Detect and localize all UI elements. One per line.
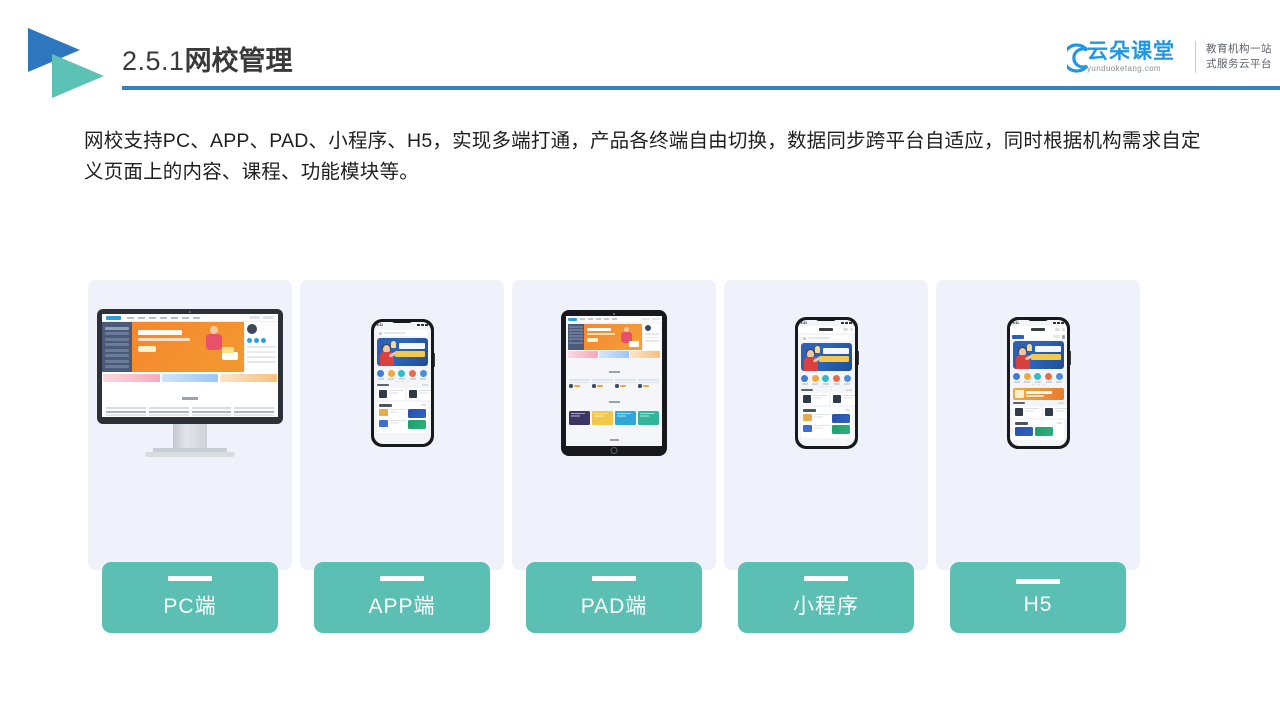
avatar: [247, 324, 257, 334]
page-title: 2.5.1网校管理: [122, 44, 293, 78]
miniprogram-capsule-button[interactable]: [843, 328, 853, 331]
label-accent-bar: [1016, 578, 1060, 584]
platform-label-pad[interactable]: PAD端: [526, 562, 702, 633]
slide-header: 2.5.1网校管理 云朵课堂 yunduoketang.com 教育机构一站 式…: [0, 0, 1280, 110]
category-icon-row[interactable]: [374, 368, 431, 381]
recommended-courses-list[interactable]: [800, 406, 852, 438]
site-logo-icon: [568, 317, 577, 321]
miniprogram-title-bar: [797, 326, 855, 333]
category-icon-row[interactable]: [1010, 371, 1067, 384]
platform-label-app[interactable]: APP端: [314, 562, 490, 633]
platform-card-pad[interactable]: PAD端: [512, 280, 716, 633]
gift-box-icon: [1014, 389, 1024, 398]
brand-tagline-line1: 教育机构一站: [1206, 43, 1272, 55]
brand-divider: [1195, 41, 1196, 73]
device-mockup-phone-app: 9:41: [300, 280, 504, 480]
platform-cards-row: PC端 9:41 APP端 PAD端 9:41 小程序 9:41 H5: [88, 280, 1196, 633]
browser-title-bar: [1009, 326, 1067, 333]
platform-label-text: PC端: [163, 594, 217, 618]
pad-course-grid[interactable]: [566, 409, 662, 427]
label-accent-bar: [804, 575, 848, 581]
h5-site-header: [1009, 333, 1067, 340]
pc-sidebar: [102, 322, 132, 372]
miniprogram-hero-banner[interactable]: [800, 343, 852, 371]
platform-label-miniprogram[interactable]: 小程序: [738, 562, 914, 633]
label-accent-bar: [168, 575, 212, 581]
tablet-camera-icon: [613, 312, 615, 315]
label-accent-bar: [380, 575, 424, 581]
user-icon[interactable]: [1061, 334, 1065, 339]
device-mockup-phone-h5: 9:41: [936, 280, 1140, 480]
platform-card-miniprogram[interactable]: 9:41 小程序: [724, 280, 928, 633]
lightbulb-icon: [814, 346, 820, 353]
search-input[interactable]: [376, 330, 428, 336]
device-mockup-tablet: [512, 280, 716, 480]
search-input[interactable]: [800, 335, 852, 341]
hero-illustration-icon: [198, 326, 238, 360]
category-icon-row[interactable]: [798, 373, 855, 386]
webcam-icon: [189, 311, 191, 313]
search-icon: [802, 336, 806, 340]
platform-card-pc[interactable]: PC端: [88, 280, 292, 633]
miniprogram-screen-content: 9:41: [797, 320, 855, 446]
recommended-courses-list[interactable]: [376, 401, 428, 433]
phone-notch: [391, 319, 413, 323]
pc-right-panel: [244, 322, 278, 372]
home-button-icon[interactable]: [610, 447, 618, 454]
triangle-teal-icon: [52, 54, 104, 98]
description-paragraph: 网校支持PC、APP、PAD、小程序、H5，实现多端打通，产品各终端自由切换，数…: [84, 130, 1201, 183]
lightbulb-icon: [1026, 344, 1032, 351]
phone-notch: [815, 317, 837, 321]
device-mockup-phone-miniprogram: 9:41: [724, 280, 928, 480]
platform-card-h5[interactable]: 9:41 H5: [936, 280, 1140, 633]
h5-hero-banner[interactable]: [1012, 341, 1064, 369]
brand-name-cn: 云朵课堂: [1087, 40, 1175, 63]
h5-promo-banner[interactable]: [1012, 387, 1064, 400]
platform-card-app[interactable]: 9:41 APP端: [300, 280, 504, 633]
monitor-stand: [173, 424, 207, 448]
platform-label-text: PAD端: [580, 594, 648, 618]
lightbulb-icon: [390, 341, 396, 348]
avatar: [644, 325, 651, 331]
title-underline-rule: [122, 86, 1280, 90]
pc-hero-banner: [132, 322, 244, 372]
site-logo-icon: [106, 315, 121, 320]
h5-screen-content: 9:41: [1009, 320, 1067, 446]
cloud-icon: [1067, 43, 1093, 73]
brand-tagline-line2: 式服务云平台: [1206, 58, 1272, 70]
device-mockup-desktop: [88, 280, 292, 480]
label-accent-bar: [592, 575, 636, 581]
app-hero-banner[interactable]: [376, 338, 428, 366]
app-screen-content: 9:41: [373, 322, 431, 444]
platform-label-text: H5: [1023, 592, 1053, 616]
section-title: 网校管理: [184, 46, 293, 76]
pad-screen-content: [566, 316, 662, 446]
slide-root: 2.5.1网校管理 云朵课堂 yunduoketang.com 教育机构一站 式…: [0, 0, 1280, 720]
pad-hero-banner: [568, 323, 660, 350]
recommended-courses-list[interactable]: [1012, 419, 1064, 440]
brand-name-en: yunduoketang.com: [1087, 64, 1162, 73]
site-logo-icon: [1011, 334, 1024, 339]
brand-logo: 云朵课堂 yunduoketang.com 教育机构一站 式服务云平台: [1067, 34, 1280, 80]
platform-label-h5[interactable]: H5: [950, 562, 1126, 633]
brand-tagline: 教育机构一站 式服务云平台: [1206, 42, 1280, 72]
search-icon: [378, 331, 382, 335]
phone-notch: [1027, 317, 1049, 321]
platform-label-pc[interactable]: PC端: [102, 562, 278, 633]
platform-label-text: APP端: [368, 594, 436, 618]
section-number: 2.5.1: [122, 46, 185, 76]
play-triangles-logo-icon: [28, 28, 120, 100]
pc-screen-content: [102, 314, 278, 417]
platform-label-text: 小程序: [793, 594, 859, 618]
login-button[interactable]: [1052, 335, 1060, 338]
